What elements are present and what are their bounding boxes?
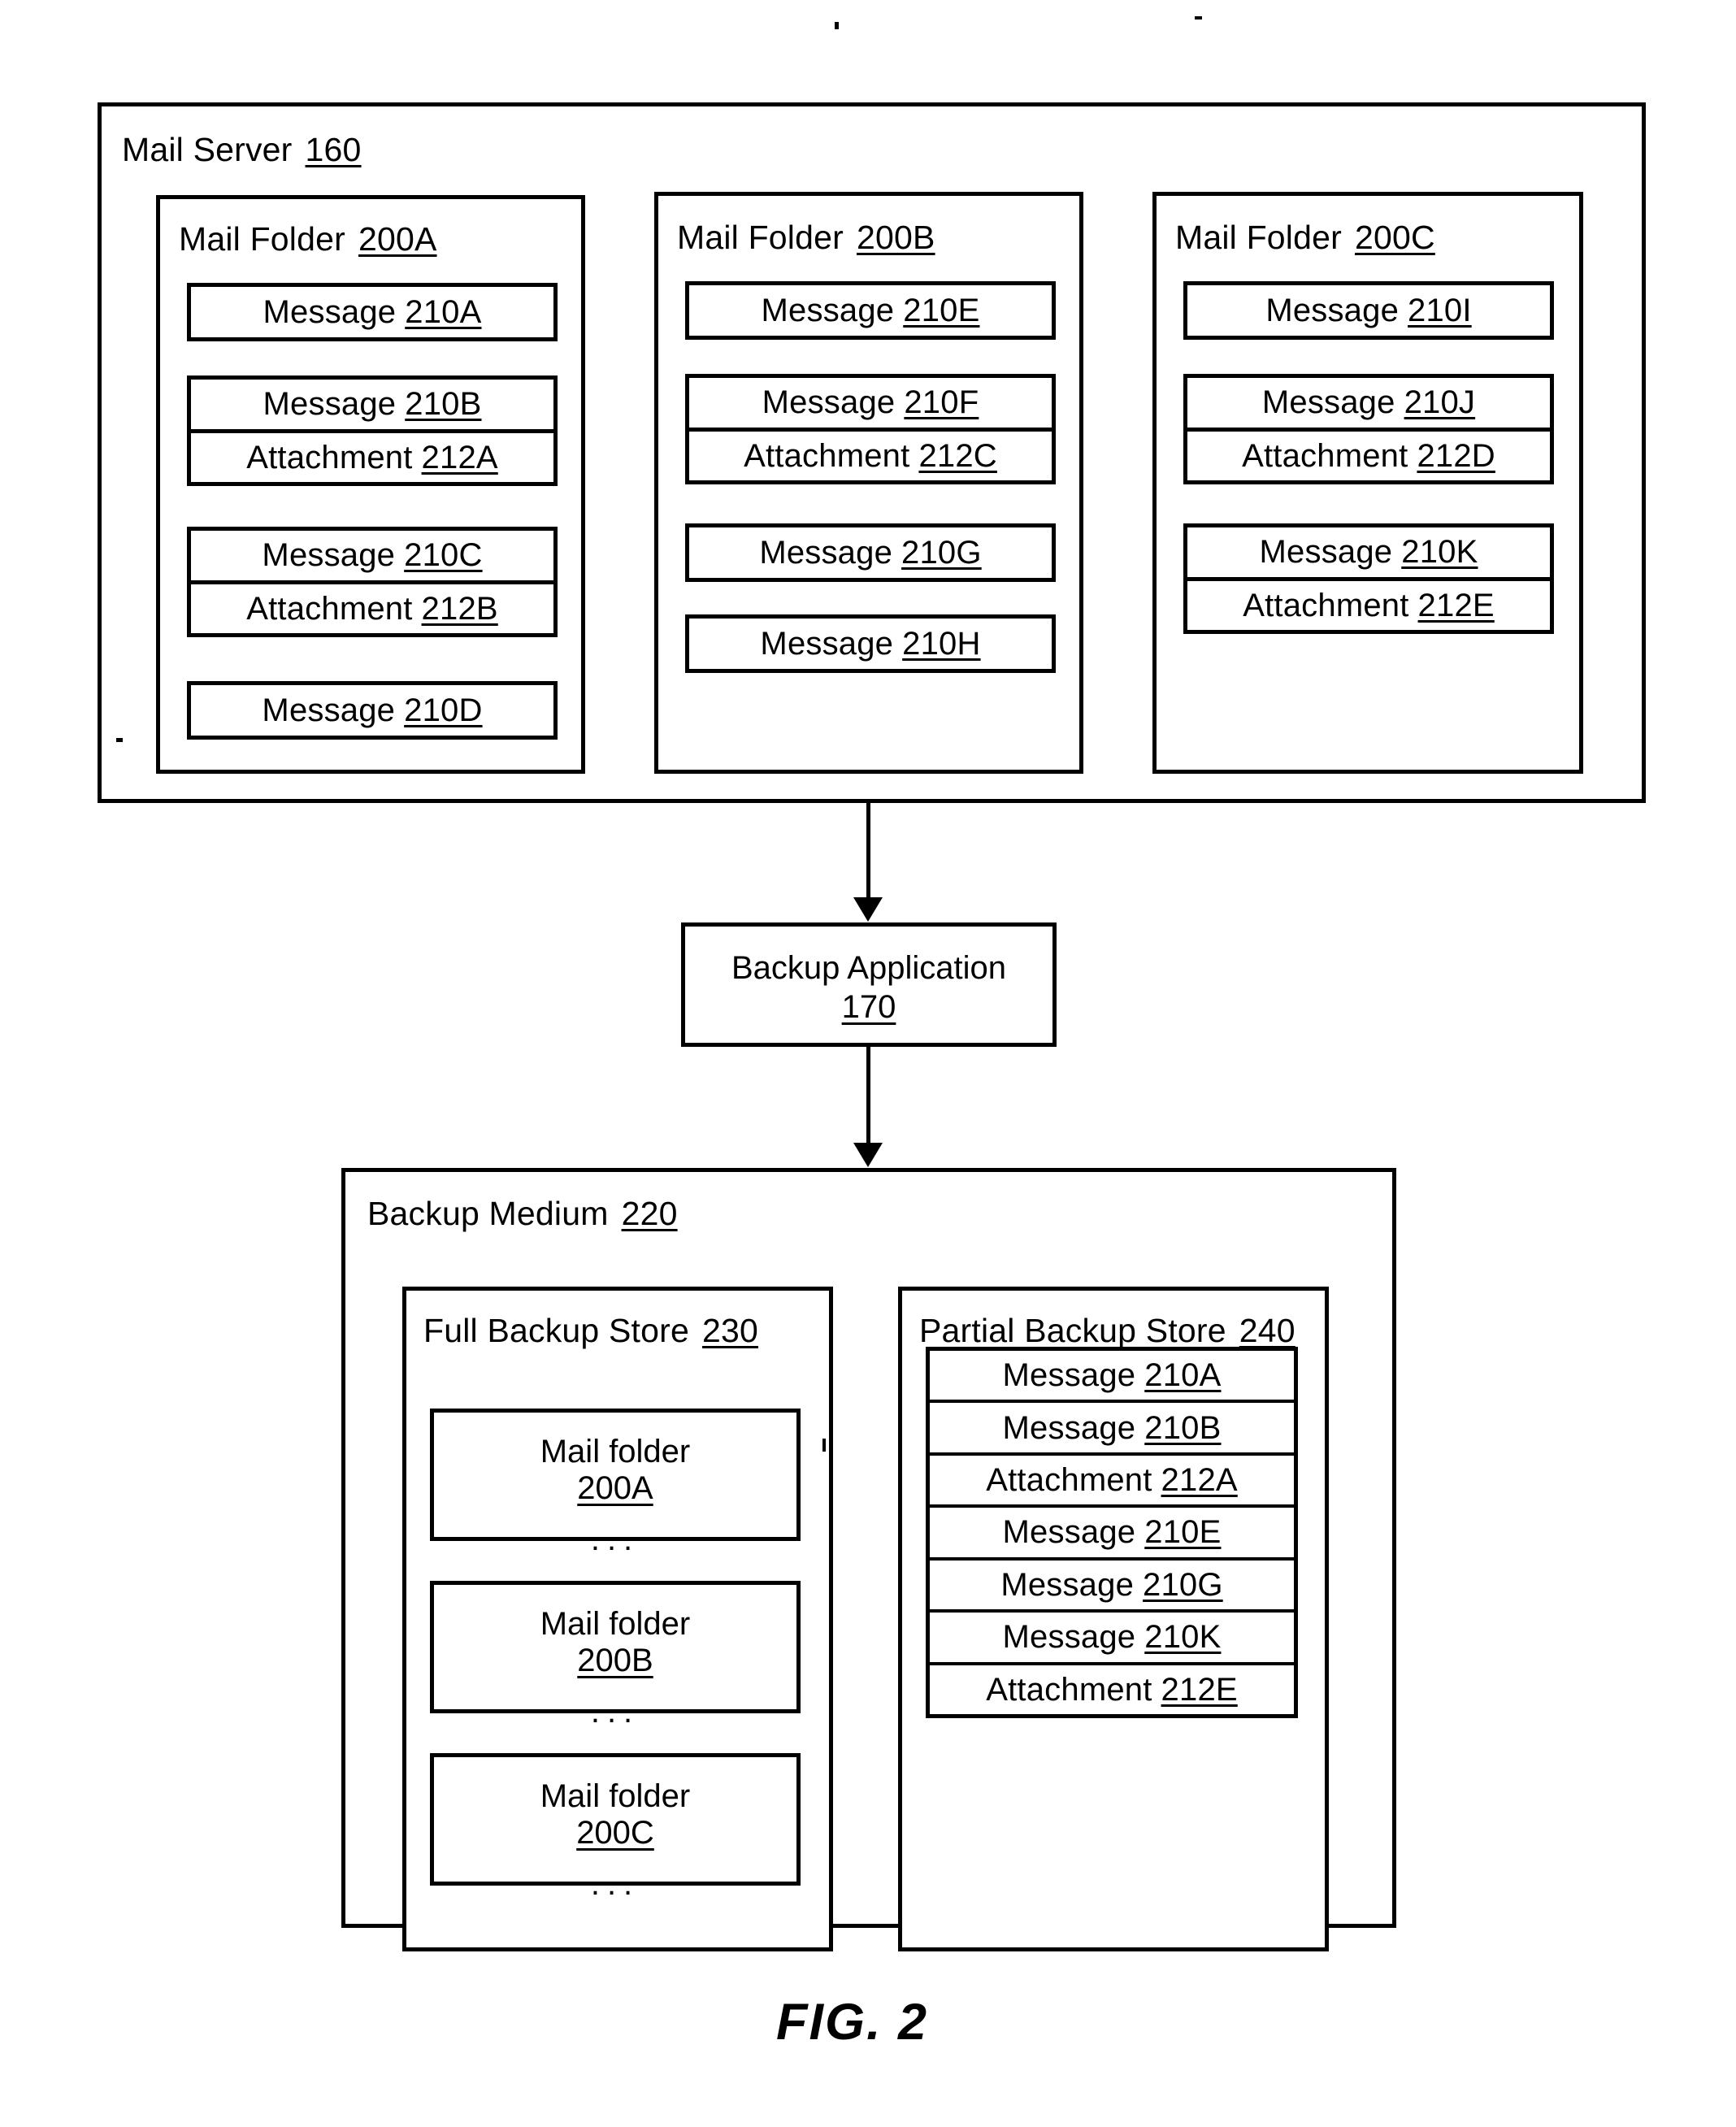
folder-card-ref: 200C bbox=[576, 1814, 654, 1851]
backup-application-ref: 170 bbox=[841, 989, 896, 1025]
message-label: Message 210B bbox=[263, 386, 482, 423]
attachment-label: Attachment 212C bbox=[744, 437, 997, 474]
arrowhead-down-to-medium bbox=[853, 1143, 883, 1167]
partial-backup-row: Attachment 212A bbox=[930, 1452, 1294, 1504]
attachment-label: Attachment 212D bbox=[1242, 437, 1495, 474]
message-attachment-group: Message 210F Attachment 212C bbox=[685, 374, 1056, 484]
connector-server-to-application bbox=[866, 803, 870, 899]
message-label: Message 210A bbox=[263, 294, 482, 330]
message-label: Message 210J bbox=[1261, 384, 1476, 421]
attachment-row: Attachment 212C bbox=[689, 427, 1052, 481]
full-backup-store-title: Full Backup Store 230 bbox=[423, 1314, 758, 1348]
message-label: Message 210K bbox=[1259, 534, 1478, 571]
scan-speck bbox=[822, 1439, 826, 1452]
backup-application-label: Backup Application 170 bbox=[681, 948, 1057, 1027]
folder-card-ref: 200B bbox=[577, 1642, 653, 1678]
message-item: Message 210E bbox=[685, 281, 1056, 340]
partial-backup-row: Message 210B bbox=[930, 1400, 1294, 1452]
message-row: Message 210K bbox=[1187, 527, 1550, 577]
full-backup-folder-card: Mail folder 200A ... bbox=[430, 1409, 801, 1556]
message-attachment-group: Message 210J Attachment 212D bbox=[1183, 374, 1554, 484]
folder-card-name: Mail folder bbox=[540, 1606, 691, 1642]
message-label: Message 210C bbox=[262, 537, 483, 574]
mail-server-title-text: Mail Server bbox=[122, 131, 293, 168]
message-item: Message 210H bbox=[685, 614, 1056, 673]
message-label: Message 210E bbox=[761, 293, 980, 328]
mail-folder-200c-ref: 200C bbox=[1354, 219, 1435, 256]
partial-backup-store-title: Partial Backup Store 240 bbox=[919, 1314, 1295, 1348]
message-attachment-group: Message 210K Attachment 212E bbox=[1183, 523, 1554, 634]
backup-application-title: Backup Application bbox=[731, 950, 1006, 986]
backup-medium-title: Backup Medium 220 bbox=[367, 1197, 678, 1231]
message-label: Message 210H bbox=[760, 626, 981, 662]
partial-backup-row: Message 210G bbox=[930, 1556, 1294, 1609]
partial-backup-row: Message 210E bbox=[930, 1504, 1294, 1556]
arrowhead-down-to-application bbox=[853, 897, 883, 922]
mail-folder-200c-title: Mail Folder 200C bbox=[1175, 221, 1435, 254]
message-row: Message 210C bbox=[191, 531, 553, 580]
folder-card-name: Mail folder bbox=[540, 1434, 691, 1469]
attachment-row: Attachment 212D bbox=[1187, 427, 1550, 481]
attachment-label: Attachment 212A bbox=[246, 439, 498, 475]
attachment-row: Attachment 212A bbox=[191, 428, 553, 483]
message-label: Message 210I bbox=[1265, 293, 1472, 328]
scan-speck bbox=[835, 22, 839, 29]
message-row: Message 210B bbox=[191, 380, 553, 429]
attachment-label: Attachment 212E bbox=[986, 1671, 1238, 1708]
message-row: Message 210F bbox=[689, 378, 1052, 428]
folder-card-ellipsis: ... bbox=[590, 1865, 640, 1902]
message-item: Message 210D bbox=[187, 681, 558, 740]
attachment-label: Attachment 212A bbox=[986, 1462, 1238, 1499]
backup-medium-ref: 220 bbox=[621, 1195, 678, 1232]
mail-folder-200a-title: Mail Folder 200A bbox=[179, 223, 437, 256]
mail-server-title: Mail Server 160 bbox=[122, 133, 362, 167]
scan-speck bbox=[116, 738, 123, 742]
message-label: Message 210F bbox=[762, 384, 979, 421]
message-label: Message 210G bbox=[1000, 1566, 1223, 1603]
connector-application-to-medium bbox=[866, 1047, 870, 1144]
message-label: Message 210K bbox=[1002, 1619, 1222, 1656]
partial-backup-row: Message 210A bbox=[930, 1351, 1294, 1400]
message-attachment-group: Message 210B Attachment 212A bbox=[187, 375, 558, 486]
partial-backup-store-ref: 240 bbox=[1239, 1312, 1295, 1349]
partial-backup-row: Message 210K bbox=[930, 1609, 1294, 1661]
partial-backup-row: Attachment 212E bbox=[930, 1661, 1294, 1714]
figure-caption: FIG. 2 bbox=[776, 1994, 929, 2051]
message-label: Message 210A bbox=[1002, 1357, 1222, 1394]
message-label: Message 210E bbox=[1002, 1514, 1222, 1551]
folder-card-ref: 200A bbox=[577, 1469, 653, 1506]
folder-card-ellipsis: ... bbox=[590, 1521, 640, 1557]
message-item: Message 210A bbox=[187, 283, 558, 341]
scan-speck bbox=[1195, 16, 1202, 20]
mail-folder-200b-title-text: Mail Folder bbox=[677, 219, 844, 256]
message-label: Message 210B bbox=[1002, 1409, 1222, 1446]
mail-folder-200a-ref: 200A bbox=[358, 220, 437, 258]
folder-card-name: Mail folder bbox=[540, 1778, 691, 1814]
full-backup-folder-card: Mail folder 200B ... bbox=[430, 1581, 801, 1728]
message-attachment-group: Message 210C Attachment 212B bbox=[187, 527, 558, 637]
full-backup-folder-card: Mail folder 200C ... bbox=[430, 1753, 801, 1900]
folder-card-ellipsis: ... bbox=[590, 1693, 640, 1730]
partial-backup-row-stack: Message 210A Message 210B Attachment 212A M… bbox=[926, 1347, 1298, 1718]
message-label: Message 210D bbox=[262, 692, 483, 728]
attachment-label: Attachment 212E bbox=[1243, 587, 1495, 623]
mail-folder-200a-title-text: Mail Folder bbox=[179, 220, 345, 258]
mail-folder-200c-title-text: Mail Folder bbox=[1175, 219, 1342, 256]
message-item: Message 210I bbox=[1183, 281, 1554, 340]
mail-folder-200b-ref: 200B bbox=[856, 219, 935, 256]
mail-folder-200b-title: Mail Folder 200B bbox=[677, 221, 935, 254]
mail-server-ref: 160 bbox=[305, 131, 362, 168]
message-label: Message 210G bbox=[759, 535, 982, 571]
message-item: Message 210G bbox=[685, 523, 1056, 582]
attachment-row: Attachment 212B bbox=[191, 579, 553, 634]
backup-medium-title-text: Backup Medium bbox=[367, 1195, 609, 1232]
attachment-row: Attachment 212E bbox=[1187, 576, 1550, 631]
message-row: Message 210J bbox=[1187, 378, 1550, 428]
partial-backup-store-title-text: Partial Backup Store bbox=[919, 1312, 1226, 1349]
attachment-label: Attachment 212B bbox=[246, 590, 498, 627]
full-backup-store-title-text: Full Backup Store bbox=[423, 1312, 689, 1349]
full-backup-store-ref: 230 bbox=[702, 1312, 759, 1349]
